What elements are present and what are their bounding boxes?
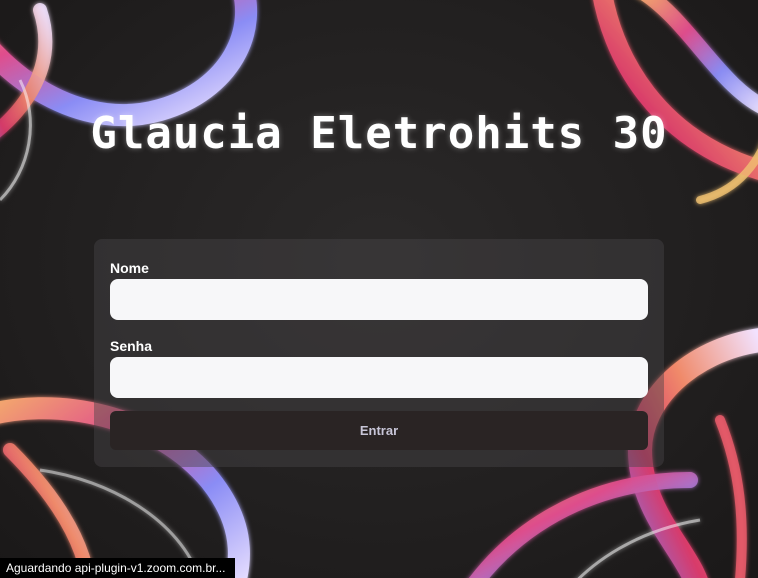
submit-button[interactable]: Entrar (110, 411, 648, 450)
name-input[interactable] (110, 279, 648, 320)
name-label: Nome (110, 260, 149, 276)
page-title: Glaucia Eletrohits 30 (90, 108, 668, 159)
status-bar: Aguardando api-plugin-v1.zoom.com.br... (0, 558, 236, 578)
login-page: Glaucia Eletrohits 30 Nome Senha Entrar … (0, 0, 758, 578)
top-right-ring (593, 0, 758, 204)
login-card: Nome Senha Entrar (94, 239, 664, 467)
top-left-ring (0, 0, 258, 202)
password-label: Senha (110, 338, 153, 354)
password-input[interactable] (110, 357, 648, 398)
